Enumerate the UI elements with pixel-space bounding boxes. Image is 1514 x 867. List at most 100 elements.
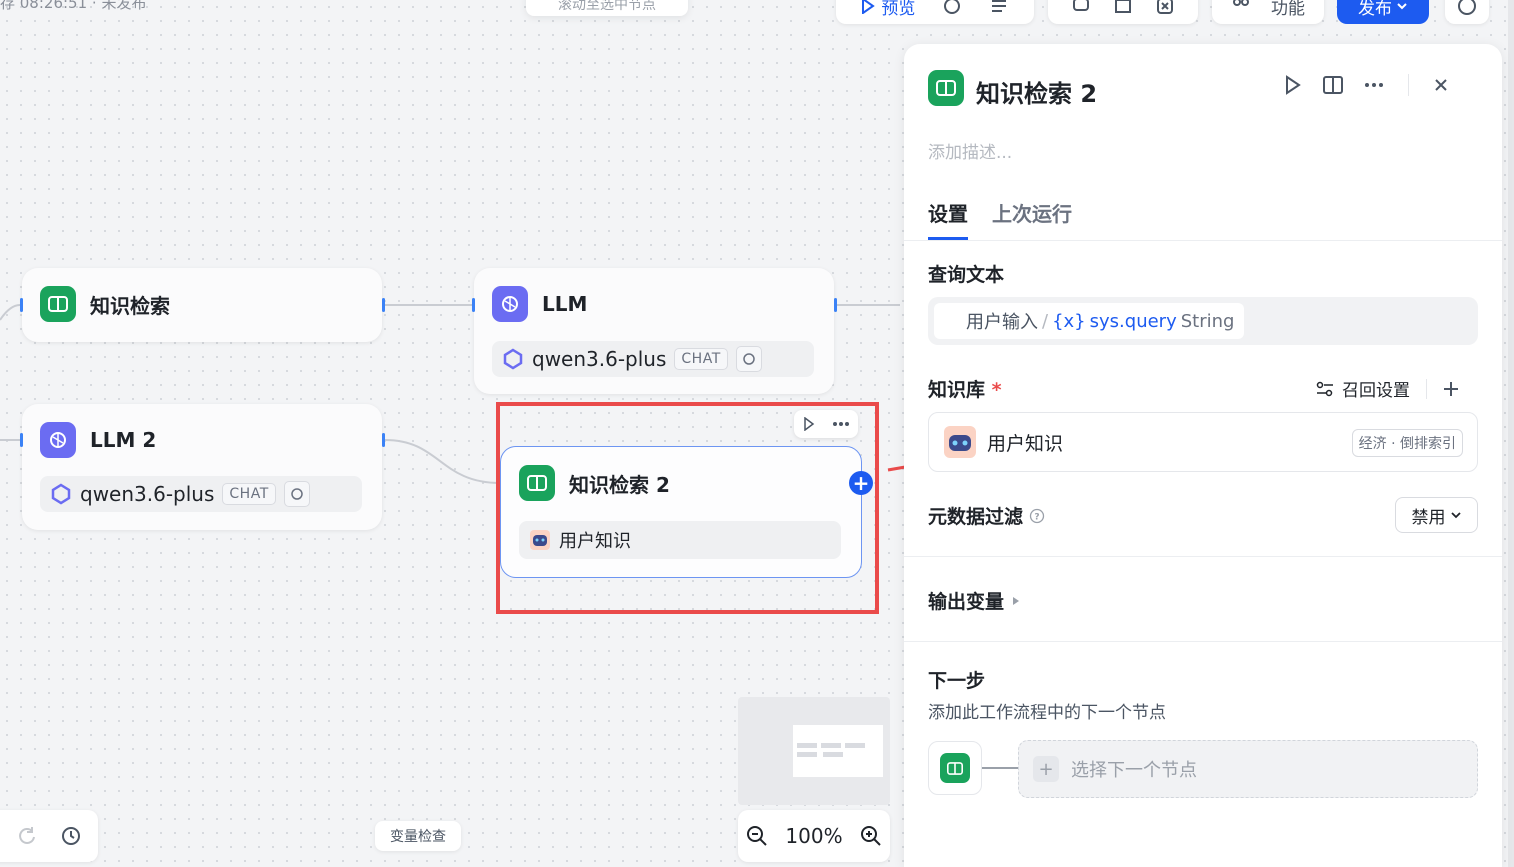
knowledge-node-1[interactable]: 知识检索 xyxy=(22,268,382,342)
node-header: 知识检索 2 xyxy=(519,465,670,501)
page-scrollbar[interactable] xyxy=(1508,0,1514,867)
help-icon[interactable]: ? xyxy=(1029,508,1045,524)
output-variables-toggle[interactable]: 输出变量 xyxy=(928,587,1020,614)
checklist-icon[interactable] xyxy=(989,0,1009,16)
panel-title[interactable]: 知识检索 2 xyxy=(976,74,1097,109)
model-name: qwen3.6-plus xyxy=(80,482,215,506)
llm-icon xyxy=(492,286,528,322)
clock-icon xyxy=(1458,0,1476,15)
qwen-logo-icon xyxy=(51,483,71,505)
variable-inspect-button[interactable]: 变量检查 xyxy=(375,821,461,851)
node-settings-panel: 知识检索 2 添加描述... 设置 上次运行 查询文本 用户输入 / {x} s… xyxy=(904,44,1502,867)
output-handle[interactable] xyxy=(382,433,385,447)
run-check-icon[interactable] xyxy=(942,0,962,16)
query-source: 用户输入 xyxy=(966,312,1038,333)
run-step-icon[interactable] xyxy=(1284,75,1302,95)
more-icon[interactable] xyxy=(832,421,850,427)
history-button[interactable] xyxy=(1445,0,1489,24)
history-icon[interactable] xyxy=(60,825,82,847)
next-step-description: 添加此工作流程中的下一个节点 xyxy=(928,703,1166,723)
current-node-icon xyxy=(928,741,982,795)
settings-sliders-icon xyxy=(1316,381,1333,396)
required-mark: * xyxy=(991,379,1002,401)
query-variable-type: String xyxy=(1180,310,1235,332)
tools-toolbar xyxy=(1048,0,1198,24)
features-icon xyxy=(1233,0,1249,6)
book-icon xyxy=(940,753,970,783)
query-variable-field[interactable]: 用户输入 / {x} sys.query String xyxy=(928,297,1478,345)
llm-node-2[interactable]: LLM 2 qwen3.6-plus CHAT xyxy=(22,404,382,530)
section-divider xyxy=(904,556,1502,557)
panel-actions xyxy=(1284,74,1449,96)
divider xyxy=(1408,74,1409,96)
run-node-icon[interactable] xyxy=(803,417,815,431)
zoom-level[interactable]: 100% xyxy=(785,824,842,848)
robot-avatar-icon xyxy=(944,426,976,458)
comment-icon[interactable] xyxy=(1071,0,1091,16)
model-row: qwen3.6-plus CHAT xyxy=(492,341,814,377)
knowledge-base-name: 用户知识 xyxy=(987,433,1064,455)
zoom-out-icon[interactable] xyxy=(746,825,768,847)
variable-brace-icon: {x} xyxy=(1052,310,1086,332)
output-handle[interactable] xyxy=(834,298,837,312)
publish-button[interactable]: 发布 xyxy=(1337,0,1429,24)
input-handle[interactable] xyxy=(20,298,23,312)
node-title: LLM 2 xyxy=(90,428,157,452)
add-next-node-button[interactable]: + xyxy=(849,471,873,495)
knowledge-node-2[interactable]: 知识检索 2 用户知识 xyxy=(500,446,862,578)
knowledge-base-label: 知识库 * xyxy=(928,379,1002,401)
docs-icon[interactable] xyxy=(1322,75,1344,95)
features-button[interactable]: 功能 xyxy=(1212,0,1324,24)
vision-icon xyxy=(283,481,310,507)
history-controls xyxy=(0,810,98,862)
input-handle[interactable] xyxy=(20,433,23,447)
zoom-in-icon[interactable] xyxy=(860,825,882,847)
zoom-controls: 100% xyxy=(738,810,890,862)
input-handle[interactable] xyxy=(472,298,475,312)
node-title: LLM xyxy=(542,292,588,316)
minimap-viewport xyxy=(793,725,883,777)
variable-icon[interactable] xyxy=(1155,0,1175,16)
minimap[interactable] xyxy=(738,697,890,805)
llm-node-1[interactable]: LLM qwen3.6-plus CHAT xyxy=(474,268,834,394)
knowledge-base-item[interactable]: 用户知识 经济 · 倒排索引 xyxy=(928,412,1478,472)
tab-last-run[interactable]: 上次运行 xyxy=(992,198,1072,240)
chevron-down-icon xyxy=(1450,512,1461,519)
env-icon[interactable] xyxy=(1113,0,1133,16)
chat-mode-tag: CHAT xyxy=(222,483,276,505)
next-step-label: 下一步 xyxy=(928,670,986,692)
knowledge-name: 用户知识 xyxy=(559,531,631,552)
chevron-down-icon xyxy=(1397,3,1407,10)
tab-settings[interactable]: 设置 xyxy=(928,198,968,240)
tabs-divider xyxy=(904,240,1502,241)
connector-line xyxy=(982,767,1018,769)
redo-icon[interactable] xyxy=(18,826,38,846)
select-next-node-button[interactable]: + 选择下一个节点 xyxy=(1018,740,1478,798)
add-knowledge-icon[interactable] xyxy=(1443,381,1459,397)
more-icon[interactable] xyxy=(1364,82,1384,88)
book-icon xyxy=(40,286,76,322)
node-title: 知识检索 2 xyxy=(569,472,670,497)
close-icon[interactable] xyxy=(1433,77,1449,93)
knowledge-row: 用户知识 xyxy=(519,521,841,559)
description-input[interactable]: 添加描述... xyxy=(928,138,1012,163)
metadata-filter-select[interactable]: 禁用 xyxy=(1395,497,1478,533)
llm-icon xyxy=(40,422,76,458)
node-header: LLM xyxy=(492,286,587,322)
output-handle[interactable] xyxy=(382,298,385,312)
metadata-filter-label: 元数据过滤 ? xyxy=(928,502,1045,529)
node-toolbar xyxy=(794,410,858,438)
divider xyxy=(1426,378,1427,399)
model-row: qwen3.6-plus CHAT xyxy=(40,476,362,512)
query-variable-name: sys.query xyxy=(1089,310,1177,332)
caret-right-icon xyxy=(1013,596,1020,605)
section-divider xyxy=(904,641,1502,642)
recall-settings-button[interactable]: 召回设置 xyxy=(1316,376,1459,401)
vision-icon xyxy=(735,346,762,372)
panel-tabs: 设置 上次运行 xyxy=(928,198,1072,240)
book-icon xyxy=(519,465,555,501)
model-name: qwen3.6-plus xyxy=(532,347,667,371)
book-icon xyxy=(928,70,964,106)
index-type-tag: 经济 · 倒排索引 xyxy=(1351,429,1463,457)
svg-text:?: ? xyxy=(1034,512,1039,522)
